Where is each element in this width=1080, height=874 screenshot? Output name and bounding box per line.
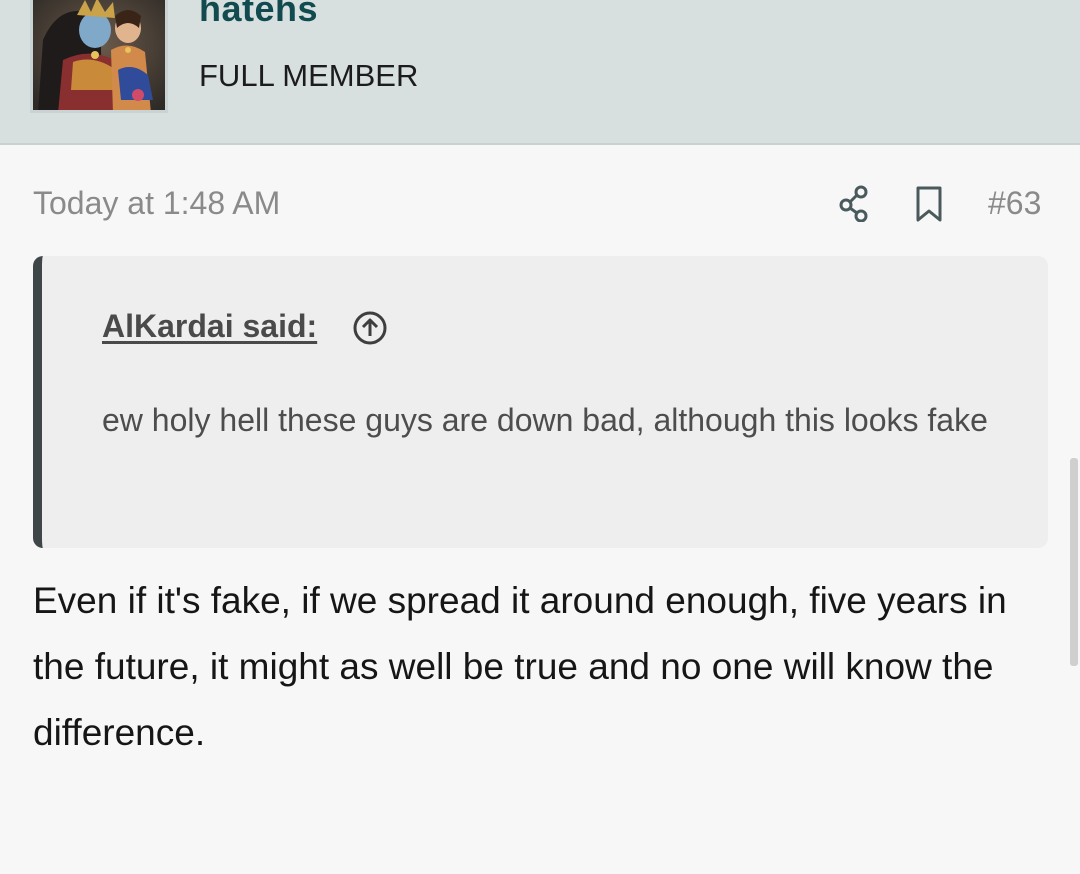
share-icon[interactable]	[837, 184, 873, 222]
avatar[interactable]	[30, 0, 168, 113]
bookmark-icon[interactable]	[914, 185, 944, 223]
quote-author-link[interactable]: AlKardai said:	[102, 308, 317, 344]
arrow-up-circle-icon[interactable]	[352, 310, 388, 346]
scrollbar-thumb[interactable]	[1070, 458, 1078, 666]
post-meta: Today at 1:48 AM #63	[0, 180, 1080, 230]
username[interactable]: hatehs	[199, 0, 318, 30]
user-title: FULL MEMBER	[199, 58, 419, 93]
post-message: Even if it's fake, if we spread it aroun…	[33, 580, 1007, 753]
post-timestamp[interactable]: Today at 1:48 AM	[33, 185, 280, 222]
post-author-header: hatehs FULL MEMBER	[0, 0, 1080, 145]
quote-text: ew holy hell these guys are down bad, al…	[102, 402, 988, 438]
avatar-portrait-image	[33, 0, 165, 110]
quote-block: AlKardai said: ew holy hell these guys a…	[33, 256, 1048, 548]
post-number-link[interactable]: #63	[988, 185, 1041, 222]
quote-header: AlKardai said:	[102, 308, 387, 348]
